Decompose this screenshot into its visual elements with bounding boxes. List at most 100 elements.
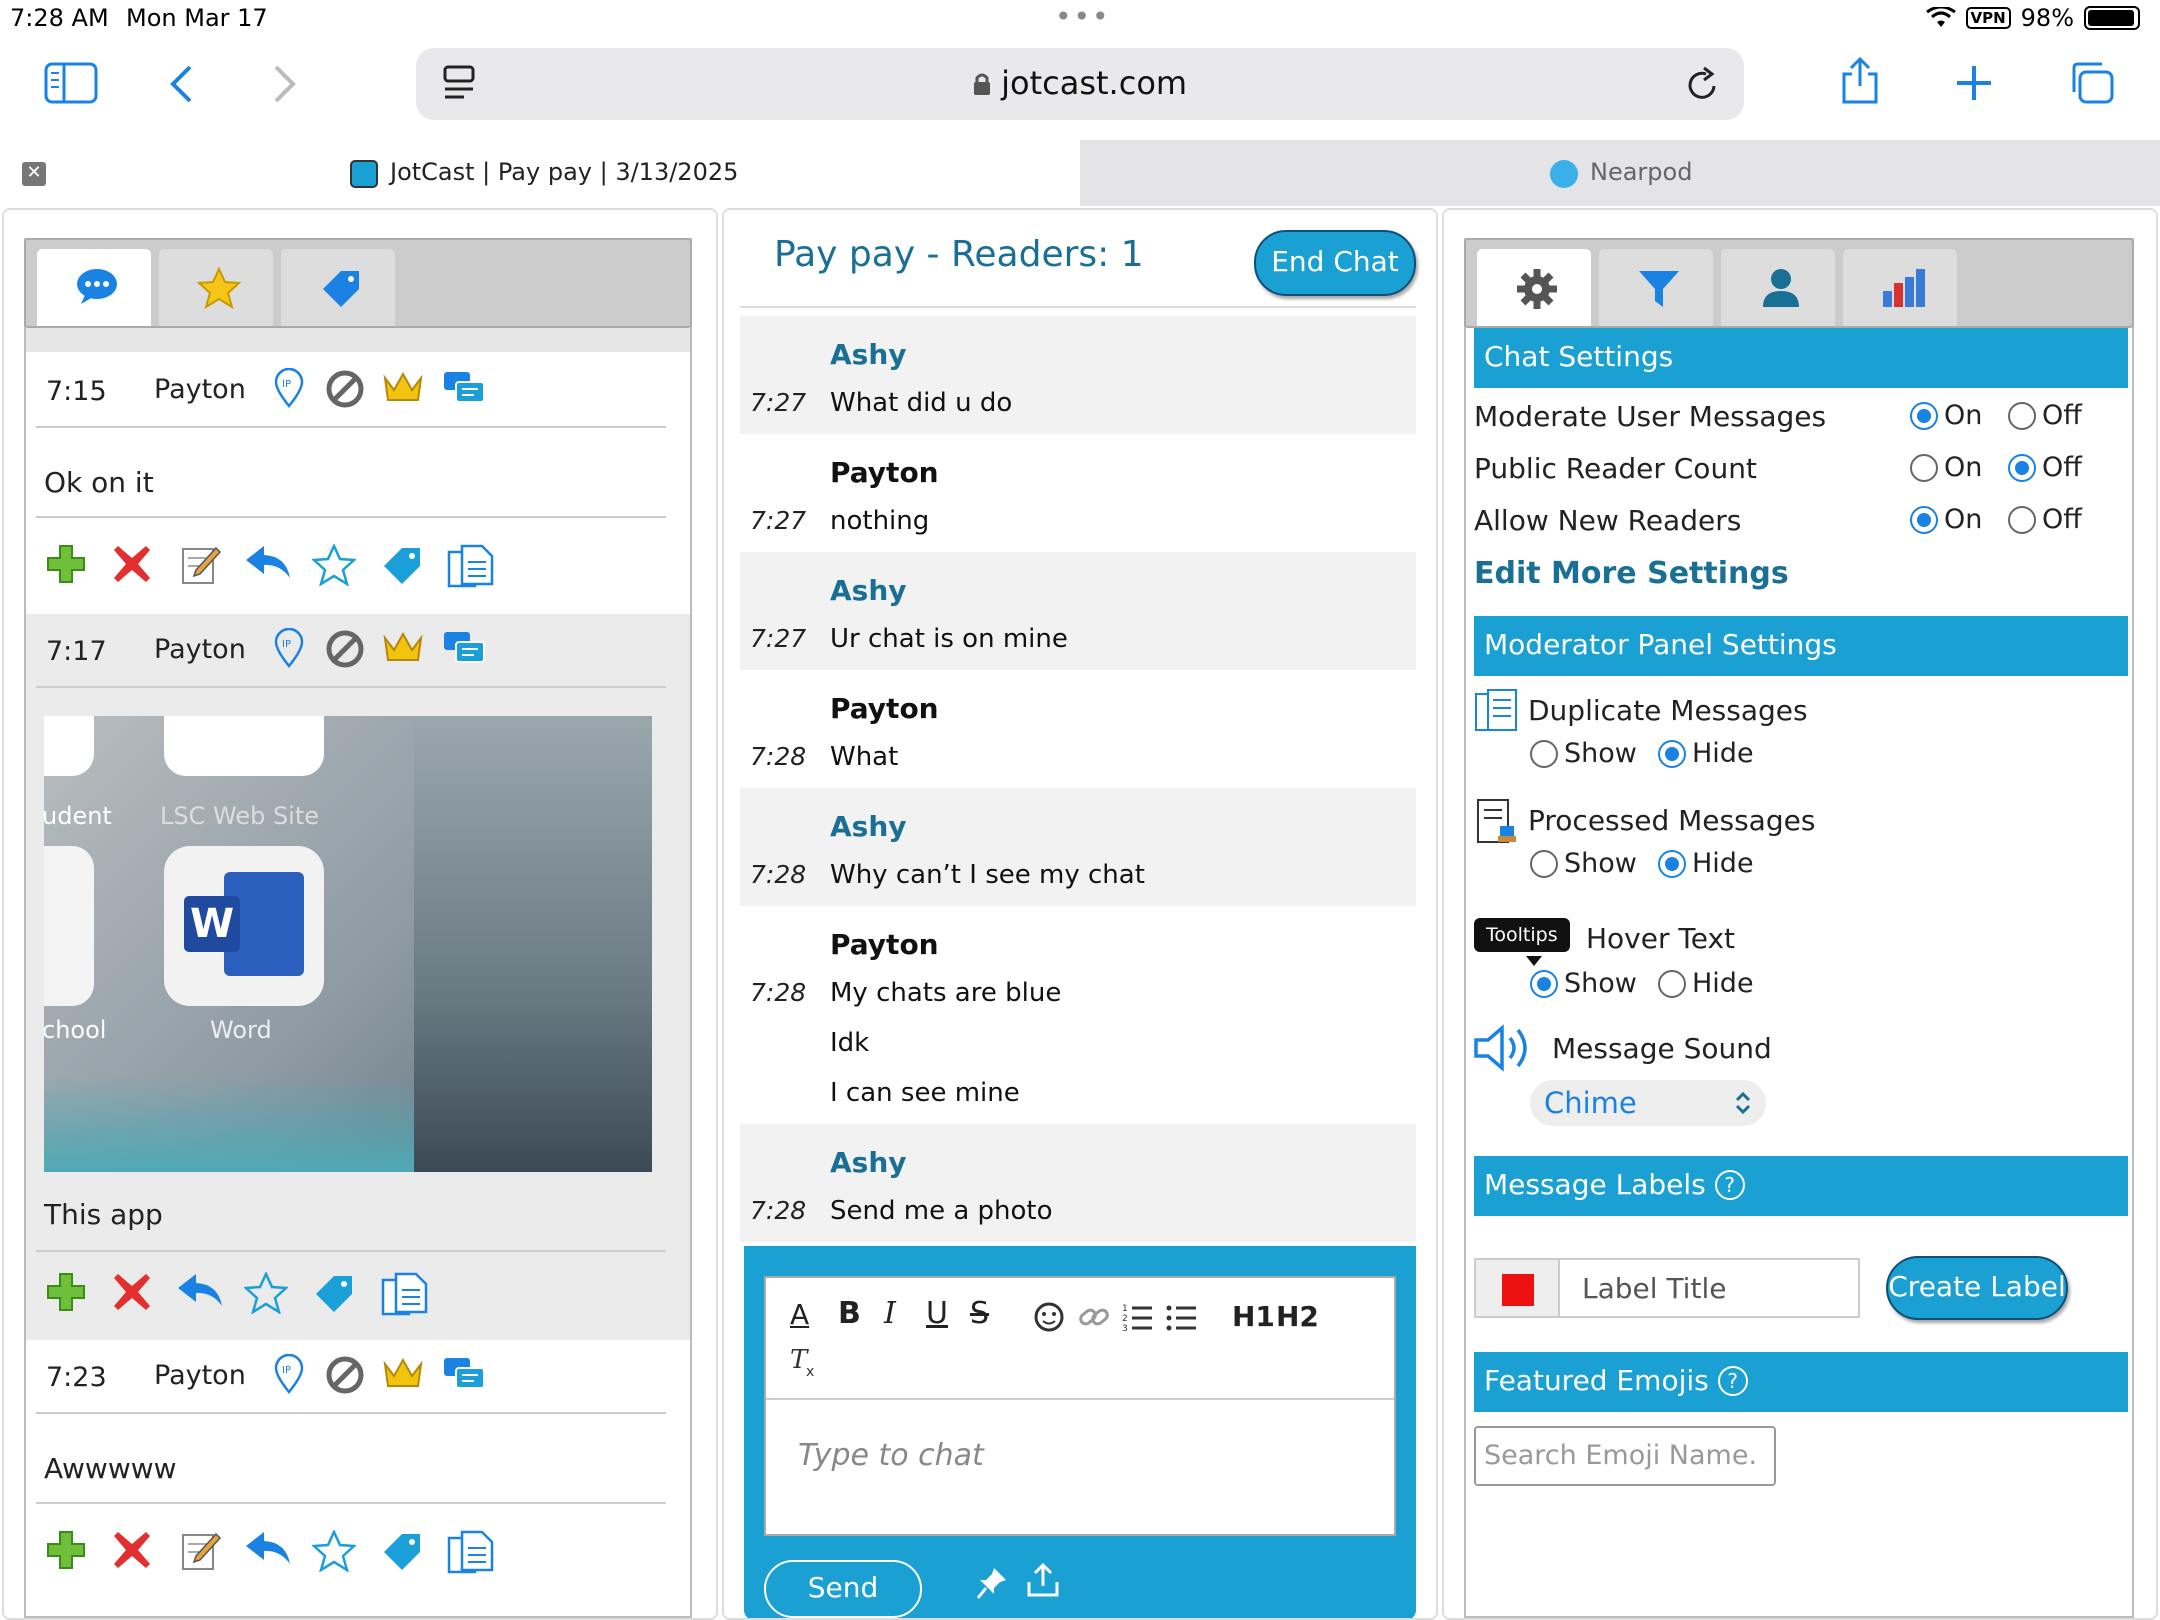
tabs-overview-icon[interactable] [2068,60,2116,106]
block-icon[interactable] [326,1356,364,1401]
message-image[interactable]: udent LSC Web Site W chool Word [44,716,652,1172]
hover-hide-radio[interactable] [1658,970,1686,998]
sidebar-icon[interactable] [44,62,98,104]
italic-button[interactable]: I [884,1296,896,1331]
tab-users[interactable] [1720,248,1836,326]
label-icon[interactable] [380,544,424,590]
hover-show-radio[interactable] [1530,970,1558,998]
tab-labels[interactable] [280,248,396,326]
reload-icon[interactable] [1686,66,1720,102]
copy-icon[interactable] [380,1272,428,1322]
multitask-dots[interactable]: ••• [1055,0,1111,33]
approve-icon[interactable] [46,1272,86,1316]
ordered-list-icon[interactable]: 123 [1122,1302,1154,1336]
setting-label: Hover Text [1586,922,1736,955]
duplicate-show-radio[interactable] [1530,740,1558,768]
heading1-button[interactable]: H1 [1232,1300,1275,1333]
font-color-button[interactable]: A [790,1298,809,1331]
ip-location-icon[interactable]: IP [274,367,304,415]
reject-icon[interactable] [112,544,152,588]
tab-messages[interactable] [36,248,152,326]
reject-icon[interactable] [112,1272,152,1316]
duplicate-hide-radio[interactable] [1658,740,1686,768]
star-outline-icon[interactable] [310,543,358,590]
app-tile [44,716,94,776]
radio-label: Off [2042,452,2082,483]
bold-button[interactable]: B [838,1296,861,1331]
help-icon[interactable]: ? [1717,1366,1748,1396]
private-reply-icon[interactable] [442,370,486,415]
upload-icon[interactable] [1026,1562,1060,1602]
approve-icon[interactable] [46,1530,86,1574]
star-outline-icon[interactable] [242,1271,290,1318]
tab-stats[interactable] [1842,248,1958,326]
link-icon[interactable] [1078,1302,1110,1336]
underline-button[interactable]: U [926,1296,948,1331]
reader-count-on-radio[interactable] [1910,454,1938,482]
end-chat-button[interactable]: End Chat [1254,230,1416,296]
tab-jotcast[interactable]: ✕ JotCast | Pay pay | 3/13/2025 [0,140,1080,206]
chat-input[interactable]: Type to chat [798,1438,984,1473]
tooltip-badge: Tooltips [1474,918,1570,952]
reply-icon[interactable] [244,544,292,584]
clear-format-icon[interactable]: Tx [788,1344,820,1382]
ip-location-icon[interactable]: IP [274,627,304,675]
message-time: 7:15 [46,376,107,407]
send-button[interactable]: Send [764,1560,922,1618]
label-icon[interactable] [312,1272,356,1318]
label-color-picker[interactable] [1474,1258,1560,1318]
pin-icon[interactable] [976,1566,1008,1604]
url-display[interactable]: jotcast.com [416,64,1744,102]
moderate-on-radio[interactable] [1910,402,1938,430]
chat-text: Why can’t I see my chat [830,860,1145,890]
copy-icon[interactable] [446,1530,494,1580]
label-icon[interactable] [380,1530,424,1576]
address-bar[interactable]: jotcast.com [416,48,1744,120]
sound-select[interactable]: Chime [1530,1080,1766,1126]
new-readers-off-radio[interactable] [2008,506,2036,534]
tab-filter[interactable] [1598,248,1714,326]
create-label-button[interactable]: Create Label [1886,1256,2068,1320]
edit-more-settings-link[interactable]: Edit More Settings [1474,556,1789,591]
block-icon[interactable] [326,370,364,415]
approve-icon[interactable] [46,544,86,588]
private-reply-icon[interactable] [442,630,486,675]
share-icon[interactable] [1840,56,1880,106]
edit-icon[interactable] [180,544,222,590]
copy-icon[interactable] [446,544,494,594]
back-icon[interactable] [168,64,194,104]
bullet-list-icon[interactable] [1166,1302,1198,1336]
ip-location-icon[interactable]: IP [274,1353,304,1401]
divider [36,1250,666,1252]
message-text: Ok on it [44,466,154,499]
processed-show-radio[interactable] [1530,850,1558,878]
processed-hide-radio[interactable] [1658,850,1686,878]
tab-nearpod[interactable]: Nearpod [1080,140,2160,206]
reply-icon[interactable] [244,1530,292,1570]
strike-button[interactable]: S [970,1296,989,1331]
edit-icon[interactable] [180,1530,222,1576]
status-bar: 7:28 AM Mon Mar 17 ••• VPN 98% [0,0,2160,40]
svg-text:1: 1 [1122,1304,1128,1314]
star-outline-icon[interactable] [310,1529,358,1576]
emoji-search-input[interactable]: Search Emoji Name. [1474,1426,1776,1486]
help-icon[interactable]: ? [1714,1170,1745,1200]
private-reply-icon[interactable] [442,1356,486,1401]
heading2-button[interactable]: H2 [1276,1300,1319,1333]
tab-starred[interactable] [158,248,274,326]
close-tab-icon[interactable]: ✕ [22,162,46,186]
crown-icon[interactable] [382,370,424,413]
crown-icon[interactable] [382,1356,424,1399]
reply-icon[interactable] [176,1272,224,1312]
reader-count-off-radio[interactable] [2008,454,2036,482]
emoji-icon[interactable] [1034,1302,1064,1336]
tab-settings[interactable] [1476,248,1592,326]
reject-icon[interactable] [112,1530,152,1574]
crown-icon[interactable] [382,630,424,673]
label-title-input[interactable]: Label Title [1560,1258,1860,1318]
forward-icon[interactable] [272,64,298,104]
moderate-off-radio[interactable] [2008,402,2036,430]
new-tab-icon[interactable] [1955,64,1993,102]
block-icon[interactable] [326,630,364,675]
new-readers-on-radio[interactable] [1910,506,1938,534]
